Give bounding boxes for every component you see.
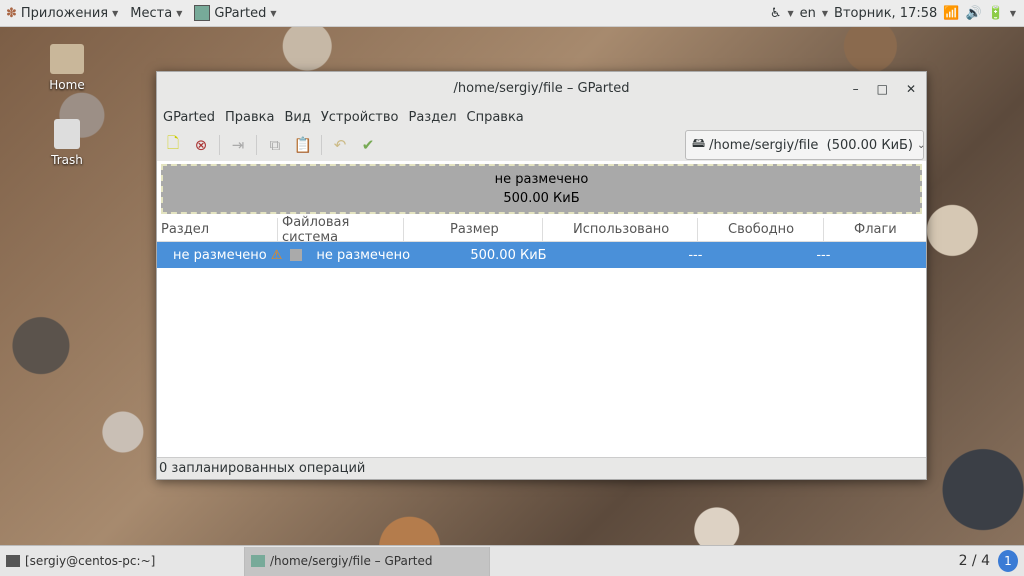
menu-gparted[interactable]: GParted: [163, 110, 215, 125]
desktop-icon-home[interactable]: Home: [44, 44, 90, 92]
menu-help[interactable]: Справка: [467, 110, 524, 125]
device-selector[interactable]: 🖴/home/sergiy/file (500.00 КиБ) ⌄: [685, 130, 926, 160]
gparted-icon: [194, 5, 211, 21]
separator: [321, 135, 322, 155]
trash-icon: [54, 119, 80, 149]
volume-icon[interactable]: 🔊: [965, 6, 981, 21]
close-button[interactable]: ✕: [906, 82, 916, 96]
chevron-down-icon: ▼: [1009, 8, 1016, 18]
title-bar[interactable]: /home/sergiy/file – GParted – □ ✕: [157, 72, 926, 105]
table-row[interactable]: не размечено ⚠ не размечено 500.00 КиБ -…: [157, 242, 926, 268]
separator: [256, 135, 257, 155]
chevron-down-icon: ▼: [176, 8, 183, 18]
chevron-down-icon: ▼: [821, 8, 829, 18]
copy-icon[interactable]: ⧉: [265, 135, 285, 155]
menu-edit[interactable]: Правка: [225, 110, 274, 125]
col-used[interactable]: Использовано: [543, 218, 698, 241]
separator: [219, 135, 220, 155]
clock[interactable]: Вторник, 17:58: [834, 6, 937, 21]
undo-icon[interactable]: ↶: [330, 135, 350, 155]
menu-view[interactable]: Вид: [284, 110, 310, 125]
menu-device[interactable]: Устройство: [321, 110, 399, 125]
delete-icon[interactable]: ⊗: [191, 135, 211, 155]
places-menu[interactable]: Места ▼: [124, 6, 188, 21]
task-gparted[interactable]: /home/sergiy/file – GParted: [245, 546, 490, 576]
taskbar: [sergiy@centos-pc:~] /home/sergiy/file –…: [0, 545, 1024, 576]
warning-icon: ⚠: [270, 247, 283, 263]
gparted-icon: [251, 555, 265, 567]
partition-visualization[interactable]: не размечено 500.00 КиБ: [161, 164, 922, 214]
notification-badge[interactable]: 1: [998, 550, 1018, 572]
col-filesystem[interactable]: Файловая система: [278, 215, 404, 245]
table-header: Раздел Файловая система Размер Использов…: [157, 215, 926, 245]
disk-icon: 🖴: [692, 136, 706, 151]
terminal-icon: [6, 555, 20, 567]
gnome-foot-icon: ✽: [6, 5, 17, 21]
battery-icon[interactable]: 🔋: [988, 6, 1004, 21]
workspace-indicator[interactable]: 2 / 4: [959, 553, 990, 569]
chevron-down-icon: ⌄: [917, 139, 926, 151]
accessibility-icon[interactable]: ♿: [770, 6, 782, 21]
paste-icon[interactable]: 📋: [293, 135, 313, 155]
toolbar: 🗋 ⊗ ⇥ ⧉ 📋 ↶ ✔ 🖴/home/sergiy/file (500.00…: [157, 129, 926, 161]
status-bar: 0 запланированных операций: [157, 457, 926, 479]
col-free[interactable]: Свободно: [698, 218, 824, 241]
chevron-down-icon: ▼: [270, 8, 277, 18]
col-partition[interactable]: Раздел: [157, 218, 278, 241]
task-terminal[interactable]: [sergiy@centos-pc:~]: [0, 546, 245, 576]
new-partition-icon[interactable]: 🗋: [163, 134, 183, 155]
col-flags[interactable]: Флаги: [824, 218, 926, 241]
chevron-down-icon: ▼: [112, 8, 119, 18]
minimize-button[interactable]: –: [853, 82, 859, 96]
maximize-button[interactable]: □: [877, 82, 888, 96]
menu-bar: GParted Правка Вид Устройство Раздел Спр…: [157, 105, 926, 129]
home-folder-icon: [50, 44, 84, 74]
chevron-down-icon: ▼: [787, 8, 794, 18]
desktop-icon-trash[interactable]: Trash: [44, 119, 90, 167]
app-menu[interactable]: GParted ▼: [188, 5, 282, 21]
language-indicator[interactable]: en: [800, 6, 816, 21]
apply-icon[interactable]: ✔: [358, 135, 378, 155]
resize-move-icon[interactable]: ⇥: [228, 135, 248, 155]
fs-color-swatch: [290, 249, 303, 261]
applications-menu[interactable]: ✽ Приложения ▼: [0, 6, 124, 21]
gparted-window: /home/sergiy/file – GParted – □ ✕ GParted …: [156, 71, 927, 480]
wifi-icon[interactable]: 📶: [943, 6, 959, 21]
top-bar: ✽ Приложения ▼ Места ▼ GParted ▼ ♿ ▼ en ▼ Втор…: [0, 0, 1024, 27]
col-size[interactable]: Размер: [404, 218, 543, 241]
menu-partition[interactable]: Раздел: [408, 110, 456, 125]
